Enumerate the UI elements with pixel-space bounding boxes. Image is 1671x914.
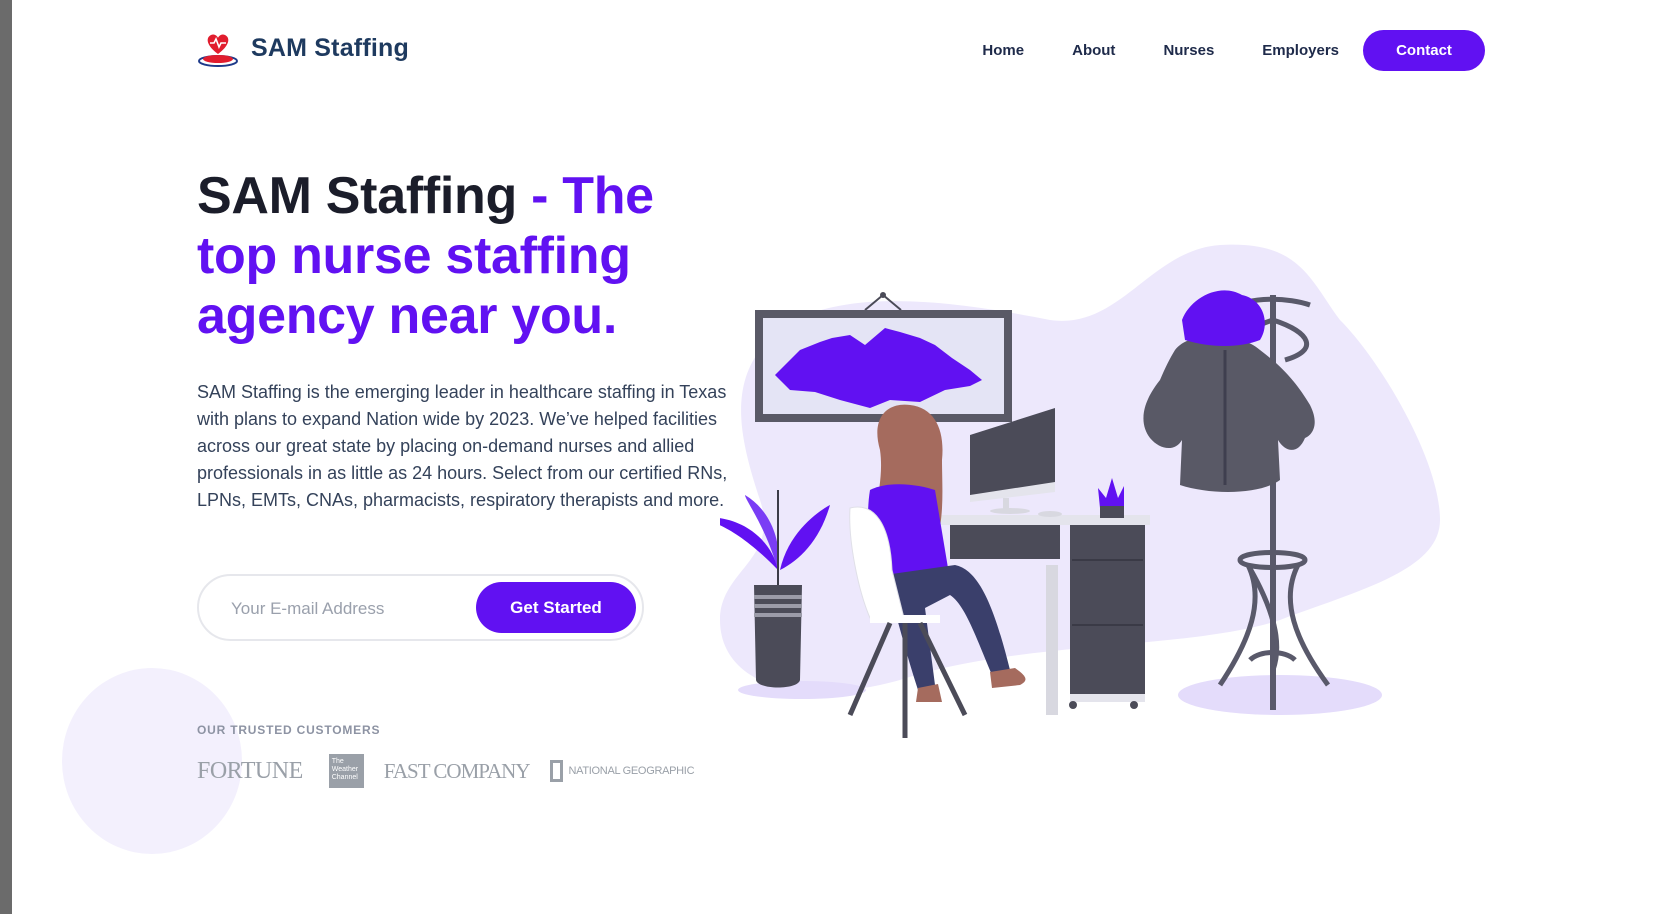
- customer-logos: FORTUNE The Weather Channel FAST COMPANY…: [197, 754, 695, 788]
- hero-title-lead: SAM Staffing: [197, 167, 517, 225]
- heart-hands-logo-icon: [198, 34, 238, 67]
- contact-button[interactable]: Contact: [1363, 30, 1485, 71]
- main-nav: Home About Nurses Employers Contact: [982, 30, 1485, 71]
- get-started-button[interactable]: Get Started: [476, 582, 636, 633]
- natgeo-frame-icon: [549, 760, 563, 782]
- floor-shadow-coatrack: [1178, 675, 1382, 715]
- brand[interactable]: SAM Staffing: [197, 28, 409, 68]
- plant-pot: [754, 585, 802, 688]
- desk-drawers: [1070, 525, 1145, 695]
- brand-name: SAM Staffing: [251, 33, 409, 62]
- nav-nurses[interactable]: Nurses: [1163, 42, 1214, 59]
- signup-form: Get Started: [197, 574, 644, 641]
- national-geographic-logo: NATIONAL GEOGRAPHIC: [549, 760, 695, 782]
- natgeo-wordmark: NATIONAL GEOGRAPHIC: [568, 764, 695, 777]
- nav-home[interactable]: Home: [982, 42, 1024, 59]
- hero-title: SAM Staffing - The top nurse staffing ag…: [197, 166, 677, 346]
- nav-employers[interactable]: Employers: [1262, 42, 1339, 59]
- fortune-logo: FORTUNE: [197, 757, 303, 784]
- floor-shadow-plant: [738, 681, 866, 699]
- fast-company-logo: FAST COMPANY: [383, 758, 531, 783]
- weather-channel-logo: The Weather Channel: [328, 754, 364, 788]
- email-input[interactable]: [229, 589, 463, 629]
- window-edge: [0, 0, 12, 914]
- nav-about[interactable]: About: [1072, 42, 1115, 59]
- customers-label: OUR TRUSTED CUSTOMERS: [197, 723, 381, 737]
- hero-description: SAM Staffing is the emerging leader in h…: [197, 382, 728, 510]
- hero-illustration: [720, 244, 1440, 738]
